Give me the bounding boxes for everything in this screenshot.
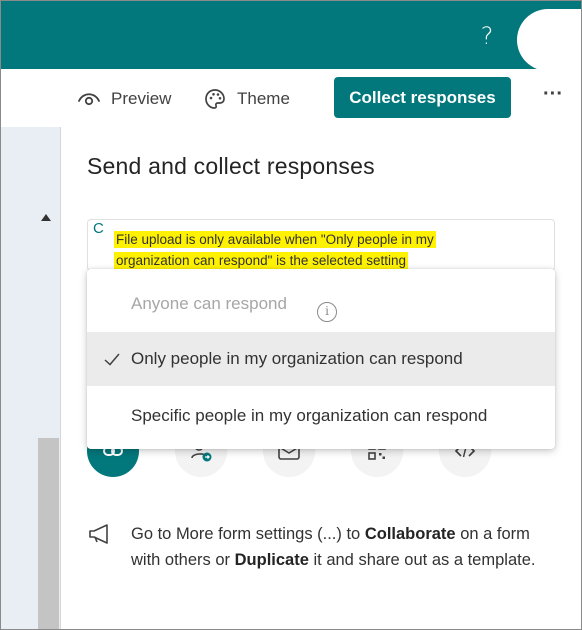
collect-responses-button[interactable]: Collect responses bbox=[334, 77, 511, 118]
info-icon[interactable]: i bbox=[317, 302, 337, 322]
preview-button[interactable]: Preview bbox=[77, 86, 171, 112]
tooltip-line-1: File upload is only available when "Only… bbox=[114, 231, 436, 248]
help-button[interactable]: ? bbox=[475, 21, 499, 51]
option-label: Anyone can respond bbox=[131, 294, 287, 313]
tip-text-part: it and share out as a template. bbox=[308, 551, 536, 569]
scroll-up-arrow[interactable] bbox=[41, 214, 51, 221]
scrollbar-thumb[interactable] bbox=[38, 438, 59, 629]
checkmark-icon bbox=[104, 353, 120, 366]
option-anyone: Anyone can respond i bbox=[87, 277, 555, 331]
option-label: Specific people in my organization can r… bbox=[131, 406, 488, 425]
panel-title: Send and collect responses bbox=[87, 153, 375, 179]
select-current-value: C bbox=[93, 220, 104, 237]
option-organization[interactable]: Only people in my organization can respo… bbox=[87, 332, 555, 386]
collaborate-term: Collaborate bbox=[364, 525, 456, 543]
file-upload-tooltip: File upload is only available when "Only… bbox=[114, 229, 486, 271]
theme-label: Theme bbox=[237, 89, 290, 108]
palette-icon bbox=[205, 89, 225, 109]
duplicate-term: Duplicate bbox=[234, 551, 309, 569]
option-label: Only people in my organization can respo… bbox=[131, 349, 463, 368]
more-options-button[interactable]: ··· bbox=[539, 83, 567, 111]
option-specific-people[interactable]: Specific people in my organization can r… bbox=[87, 389, 555, 443]
tooltip-line-2: organization can respond" is the selecte… bbox=[114, 252, 408, 269]
preview-label: Preview bbox=[111, 89, 172, 108]
theme-button[interactable]: Theme bbox=[203, 86, 290, 112]
window: ? Preview Theme Collect responses ··· Se… bbox=[0, 0, 582, 630]
megaphone-icon bbox=[89, 524, 108, 544]
tip-text-part: Go to More form settings (...) to bbox=[131, 525, 365, 543]
response-permission-listbox: Anyone can respond i Only people in my o… bbox=[87, 269, 555, 449]
eye-icon bbox=[78, 93, 100, 106]
tip-text: Go to More form settings (...) to Collab… bbox=[131, 521, 551, 573]
avatar[interactable] bbox=[517, 9, 581, 71]
